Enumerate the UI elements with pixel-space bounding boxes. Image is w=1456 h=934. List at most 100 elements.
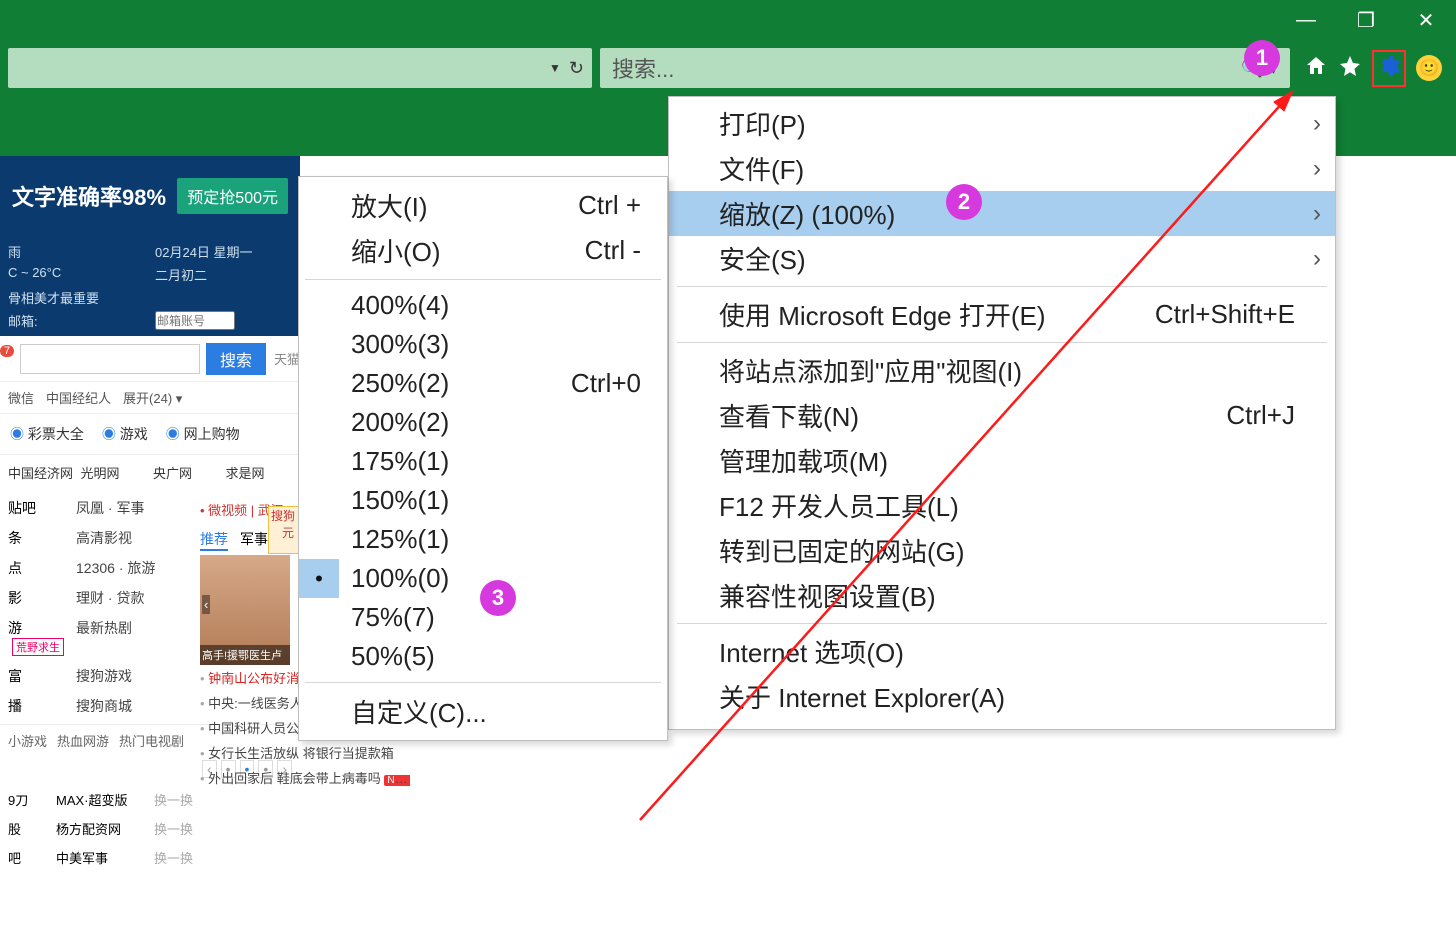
zoom-menu-item[interactable]: 200%(2): [299, 403, 667, 442]
news-tab[interactable]: 军事: [240, 529, 268, 551]
swap-btn[interactable]: 换一换: [154, 848, 204, 867]
address-dropdown-icon[interactable]: ▼: [549, 61, 561, 75]
swap-btn[interactable]: 换一换: [154, 790, 204, 809]
news-tab[interactable]: 推荐: [200, 529, 228, 551]
menu-shortcut: Ctrl -: [585, 235, 641, 266]
swap-l[interactable]: 9刀: [8, 790, 48, 809]
cat-left[interactable]: 播: [8, 696, 68, 716]
mini-link[interactable]: 热门电视剧: [119, 731, 184, 750]
tools-menu-item[interactable]: 将站点添加到"应用"视图(I): [669, 348, 1335, 393]
mini-link[interactable]: 热血网游: [57, 731, 109, 750]
quick-links-row: 彩票大全 游戏 网上购物: [0, 414, 300, 455]
menu-item-label: 查看下载(N): [719, 397, 859, 434]
zoom-menu-item[interactable]: 缩小(O)Ctrl -: [299, 228, 667, 273]
tools-menu-item[interactable]: 查看下载(N)Ctrl+J: [669, 393, 1335, 438]
mini-link[interactable]: 小游戏: [8, 731, 47, 750]
zoom-menu-item[interactable]: 自定义(C)...: [299, 689, 667, 734]
cat-right[interactable]: 理财 · 贷款: [76, 588, 196, 608]
cat-right[interactable]: 12306 · 旅游: [76, 558, 196, 578]
site-link[interactable]: 求是网: [226, 463, 293, 482]
site-links: 中国经济网 光明网 央广网 求是网: [0, 455, 300, 490]
address-bar[interactable]: ▼ ↻: [8, 48, 592, 88]
tools-menu-item[interactable]: 缩放(Z) (100%): [669, 191, 1335, 236]
mail-input[interactable]: [155, 311, 235, 330]
carousel-prev-icon[interactable]: ‹: [202, 595, 210, 614]
tools-gear-icon[interactable]: [1372, 50, 1406, 87]
zoom-menu-item[interactable]: 400%(4): [299, 286, 667, 325]
zoom-menu-item[interactable]: 125%(1): [299, 520, 667, 559]
tmall-link[interactable]: 天猫: [274, 349, 300, 368]
cat-right[interactable]: 搜狗商城: [76, 696, 196, 716]
zoom-menu-item[interactable]: 150%(1): [299, 481, 667, 520]
cat-right[interactable]: 最新热剧: [76, 618, 196, 656]
tools-menu-item[interactable]: 安全(S): [669, 236, 1335, 281]
tools-menu-item[interactable]: 兼容性视图设置(B): [669, 573, 1335, 618]
cat-left[interactable]: 点: [8, 558, 68, 578]
menu-item-label: 250%(2): [351, 368, 571, 399]
tools-menu: 打印(P) 文件(F) 缩放(Z) (100%)安全(S) 使用 Microsoft …: [668, 96, 1336, 730]
menu-shortcut: Ctrl+0: [571, 368, 641, 399]
nav-item[interactable]: 中国经纪人: [46, 388, 111, 407]
minimize-button[interactable]: —: [1276, 0, 1336, 40]
home-icon[interactable]: [1304, 54, 1328, 83]
cat-left[interactable]: 条: [8, 528, 68, 548]
tools-menu-item[interactable]: 关于 Internet Explorer(A): [669, 674, 1335, 719]
quick-link[interactable]: 游戏: [102, 424, 148, 444]
zoom-menu-item[interactable]: 300%(3): [299, 325, 667, 364]
banner-text: 文字准确率98%: [12, 180, 166, 212]
tools-menu-item[interactable]: 管理加载项(M): [669, 438, 1335, 483]
swap-btn[interactable]: 换一换: [154, 819, 204, 838]
swap-l[interactable]: 股: [8, 819, 48, 838]
cat-right[interactable]: 搜狗游戏: [76, 666, 196, 686]
site-link[interactable]: 光明网: [81, 463, 148, 482]
temp-label: C ~ 26°C: [8, 265, 145, 284]
feedback-smiley-icon[interactable]: 🙂: [1416, 55, 1442, 81]
check-icon: •: [299, 559, 339, 598]
nav-expand[interactable]: 展开(24): [123, 388, 182, 407]
cat-left[interactable]: 贴吧: [8, 498, 68, 518]
site-link[interactable]: 中国经济网: [8, 463, 75, 482]
tools-menu-item[interactable]: 使用 Microsoft Edge 打开(E)Ctrl+Shift+E: [669, 292, 1335, 337]
cat-right[interactable]: 高清影视: [76, 528, 196, 548]
tools-menu-item[interactable]: 打印(P): [669, 101, 1335, 146]
menu-shortcut: Ctrl +: [578, 190, 641, 221]
portal-search-button[interactable]: 搜索: [206, 343, 266, 375]
quick-link[interactable]: 网上购物: [166, 424, 240, 444]
maximize-button[interactable]: ❐: [1336, 0, 1396, 40]
banner-cta-button[interactable]: 预定抢500元: [177, 178, 288, 214]
tools-menu-item[interactable]: 转到已固定的网站(G): [669, 528, 1335, 573]
swap-l[interactable]: 吧: [8, 848, 48, 867]
swap-m[interactable]: 中美军事: [56, 848, 146, 867]
new-badge: NEW: [384, 775, 410, 786]
swap-m[interactable]: 杨方配资网: [56, 819, 146, 838]
annotation-callout-3: 3: [480, 580, 516, 616]
site-link[interactable]: 央广网: [153, 463, 220, 482]
close-button[interactable]: ✕: [1396, 0, 1456, 40]
zoom-menu-item[interactable]: 放大(I)Ctrl +: [299, 183, 667, 228]
zoom-menu-item[interactable]: 175%(1): [299, 442, 667, 481]
zoom-menu-item[interactable]: 250%(2)Ctrl+0: [299, 364, 667, 403]
news-photo[interactable]: ‹ 高手!援鄂医生卢: [200, 555, 290, 665]
menu-item-label: 300%(3): [351, 329, 641, 360]
tools-menu-item[interactable]: F12 开发人员工具(L): [669, 483, 1335, 528]
portal-nav: 微信 中国经纪人 展开(24): [0, 382, 300, 414]
reload-icon[interactable]: ↻: [569, 58, 584, 79]
tools-menu-item[interactable]: 文件(F): [669, 146, 1335, 191]
tools-menu-item[interactable]: Internet 选项(O): [669, 629, 1335, 674]
cat-right[interactable]: 凤凰 · 军事: [76, 498, 196, 518]
menu-item-label: 文件(F): [719, 150, 804, 187]
headline[interactable]: 女行长生活放纵 将银行当提款箱: [200, 740, 410, 765]
menu-item-label: F12 开发人员工具(L): [719, 487, 959, 524]
quick-link[interactable]: 彩票大全: [10, 424, 84, 444]
cat-left[interactable]: 影: [8, 588, 68, 608]
lunar-label: 二月初二: [155, 265, 292, 284]
swap-m[interactable]: MAX·超变版: [56, 790, 146, 809]
zoom-menu-item[interactable]: 50%(5): [299, 637, 667, 676]
cat-left[interactable]: 富: [8, 666, 68, 686]
headline[interactable]: 外出回家后 鞋底会带上病毒吗 NEW: [200, 765, 410, 790]
favorites-icon[interactable]: [1338, 54, 1362, 83]
cat-left[interactable]: 游荒野求生: [8, 618, 68, 656]
search-box[interactable]: 搜索... 🔍 ▾: [600, 48, 1290, 88]
nav-item[interactable]: 微信: [8, 388, 34, 407]
portal-search-input[interactable]: [20, 344, 200, 374]
